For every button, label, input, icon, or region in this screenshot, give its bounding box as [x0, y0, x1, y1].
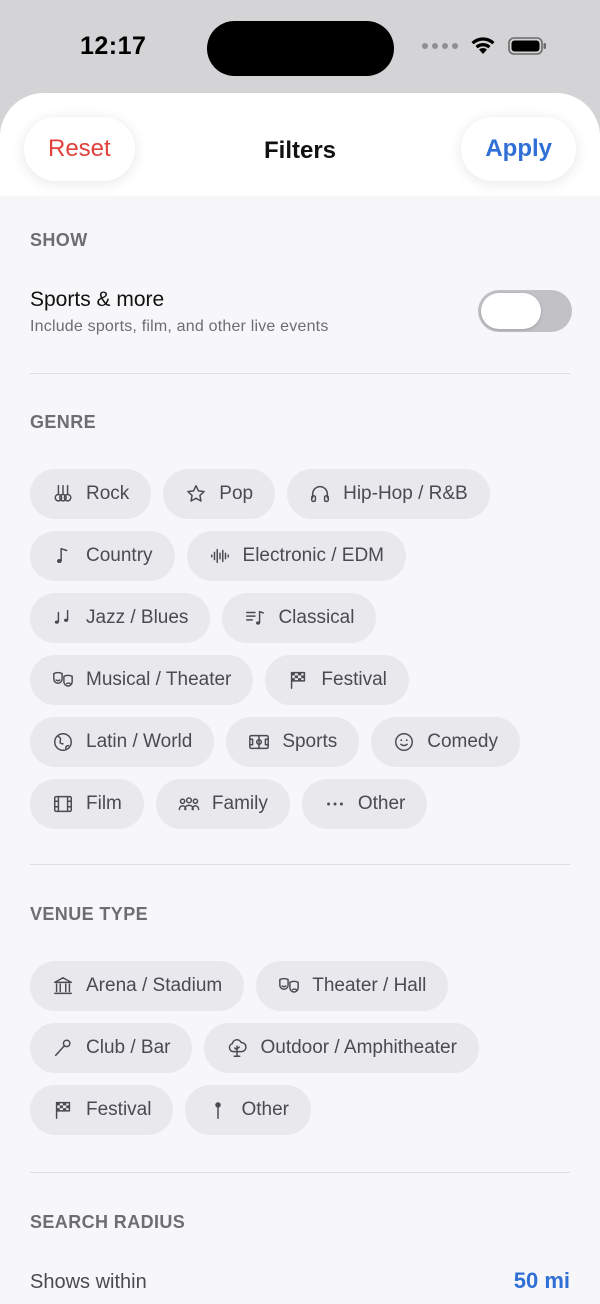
chip-label: Club / Bar	[86, 1037, 171, 1058]
section-title-genre: GENRE	[30, 412, 97, 432]
chip-label: Classical	[278, 607, 355, 628]
genre-chip[interactable]: Film	[30, 779, 144, 829]
apply-button[interactable]: Apply	[461, 117, 576, 181]
music-note-icon	[52, 545, 74, 567]
building-columns-icon	[52, 975, 74, 997]
genre-chip[interactable]: Festival	[265, 655, 409, 705]
chip-label: Family	[211, 793, 268, 814]
music-list-icon	[244, 607, 266, 629]
genre-chip-group: Rock Pop Hip-Hop / R&B Country Electronic / …	[30, 469, 575, 829]
smiley-icon	[393, 731, 415, 753]
venue-chip[interactable]: Arena / Stadium	[30, 961, 245, 1011]
chip-label: Jazz / Blues	[86, 607, 189, 628]
sports-toggle-subtitle: Include sports, film, and other live eve…	[30, 318, 329, 335]
divider	[30, 1172, 570, 1173]
chip-label: Outdoor / Amphitheater	[260, 1037, 457, 1058]
genre-chip[interactable]: Rock	[30, 469, 152, 519]
chip-label: Comedy	[427, 731, 498, 752]
filters-sheet: Reset Filters Apply SHOW Sports & more I…	[0, 93, 600, 1304]
headphones-icon	[309, 483, 331, 505]
checkered-flag-icon	[287, 669, 309, 691]
genre-chip[interactable]: Jazz / Blues	[30, 593, 211, 643]
venue-chip-group: Arena / Stadium Theater / Hall Club / Bar O…	[30, 961, 575, 1135]
status-bar: 12:17	[0, 0, 600, 96]
wifi-icon	[471, 37, 495, 54]
genre-chip[interactable]: Musical / Theater	[30, 655, 254, 705]
battery-icon	[508, 37, 546, 55]
people-icon	[178, 793, 200, 815]
toggle-knob	[481, 293, 541, 329]
music-notes-icon	[52, 607, 74, 629]
pin-icon	[207, 1099, 229, 1121]
radius-value: 50 mi	[513, 1268, 570, 1293]
genre-chip[interactable]: Family	[155, 779, 290, 829]
chip-label: Country	[86, 545, 153, 566]
chip-label: Other	[357, 793, 406, 814]
ellipsis-icon	[324, 793, 346, 815]
genre-chip[interactable]: Electronic / EDM	[186, 531, 407, 581]
venue-chip[interactable]: Club / Bar	[30, 1023, 193, 1073]
tree-icon	[226, 1037, 248, 1059]
chip-label: Other	[241, 1099, 289, 1120]
theater-masks-icon	[278, 975, 300, 997]
chip-label: Latin / World	[86, 731, 193, 752]
status-time: 12:17	[80, 32, 147, 60]
genre-chip[interactable]: Latin / World	[30, 717, 215, 767]
genre-chip[interactable]: Hip-Hop / R&B	[287, 469, 490, 519]
chip-label: Arena / Stadium	[86, 975, 223, 996]
sports-field-icon	[248, 731, 270, 753]
sports-toggle[interactable]	[478, 290, 572, 332]
genre-chip[interactable]: Pop	[163, 469, 276, 519]
film-icon	[52, 793, 74, 815]
section-title-venue: VENUE TYPE	[30, 904, 149, 924]
chip-label: Film	[86, 793, 122, 814]
section-title-show: SHOW	[30, 230, 88, 250]
venue-chip[interactable]: Festival	[30, 1085, 174, 1135]
star-icon	[185, 483, 207, 505]
sports-toggle-title: Sports & more	[30, 288, 165, 311]
globe-icon	[52, 731, 74, 753]
status-icons	[422, 36, 548, 56]
chip-label: Hip-Hop / R&B	[343, 483, 468, 504]
checkered-flag-icon	[52, 1099, 74, 1121]
venue-chip[interactable]: Theater / Hall	[256, 961, 449, 1011]
genre-chip[interactable]: Other	[301, 779, 428, 829]
section-title-radius: SEARCH RADIUS	[30, 1212, 186, 1232]
cellular-signal-icon	[422, 43, 458, 49]
venue-chip[interactable]: Outdoor / Amphitheater	[204, 1023, 479, 1073]
genre-chip[interactable]: Country	[30, 531, 175, 581]
chip-label: Sports	[282, 731, 338, 752]
chip-label: Festival	[86, 1099, 152, 1120]
waveform-icon	[209, 545, 231, 567]
genre-chip[interactable]: Sports	[226, 717, 360, 767]
dynamic-island	[207, 21, 394, 76]
chip-label: Rock	[86, 483, 130, 504]
radius-label: Shows within	[30, 1271, 147, 1293]
divider	[30, 864, 570, 865]
sheet-header: Reset Filters Apply	[0, 93, 600, 196]
chip-label: Musical / Theater	[86, 669, 232, 690]
genre-chip[interactable]: Classical	[222, 593, 377, 643]
guitars-icon	[52, 483, 74, 505]
chip-label: Pop	[219, 483, 254, 504]
divider	[30, 373, 570, 374]
microphone-icon	[52, 1037, 74, 1059]
theater-masks-icon	[52, 669, 74, 691]
venue-chip[interactable]: Other	[185, 1085, 311, 1135]
chip-label: Theater / Hall	[312, 975, 427, 996]
chip-label: Electronic / EDM	[242, 545, 385, 566]
genre-chip[interactable]: Comedy	[371, 717, 520, 767]
chip-label: Festival	[321, 669, 387, 690]
